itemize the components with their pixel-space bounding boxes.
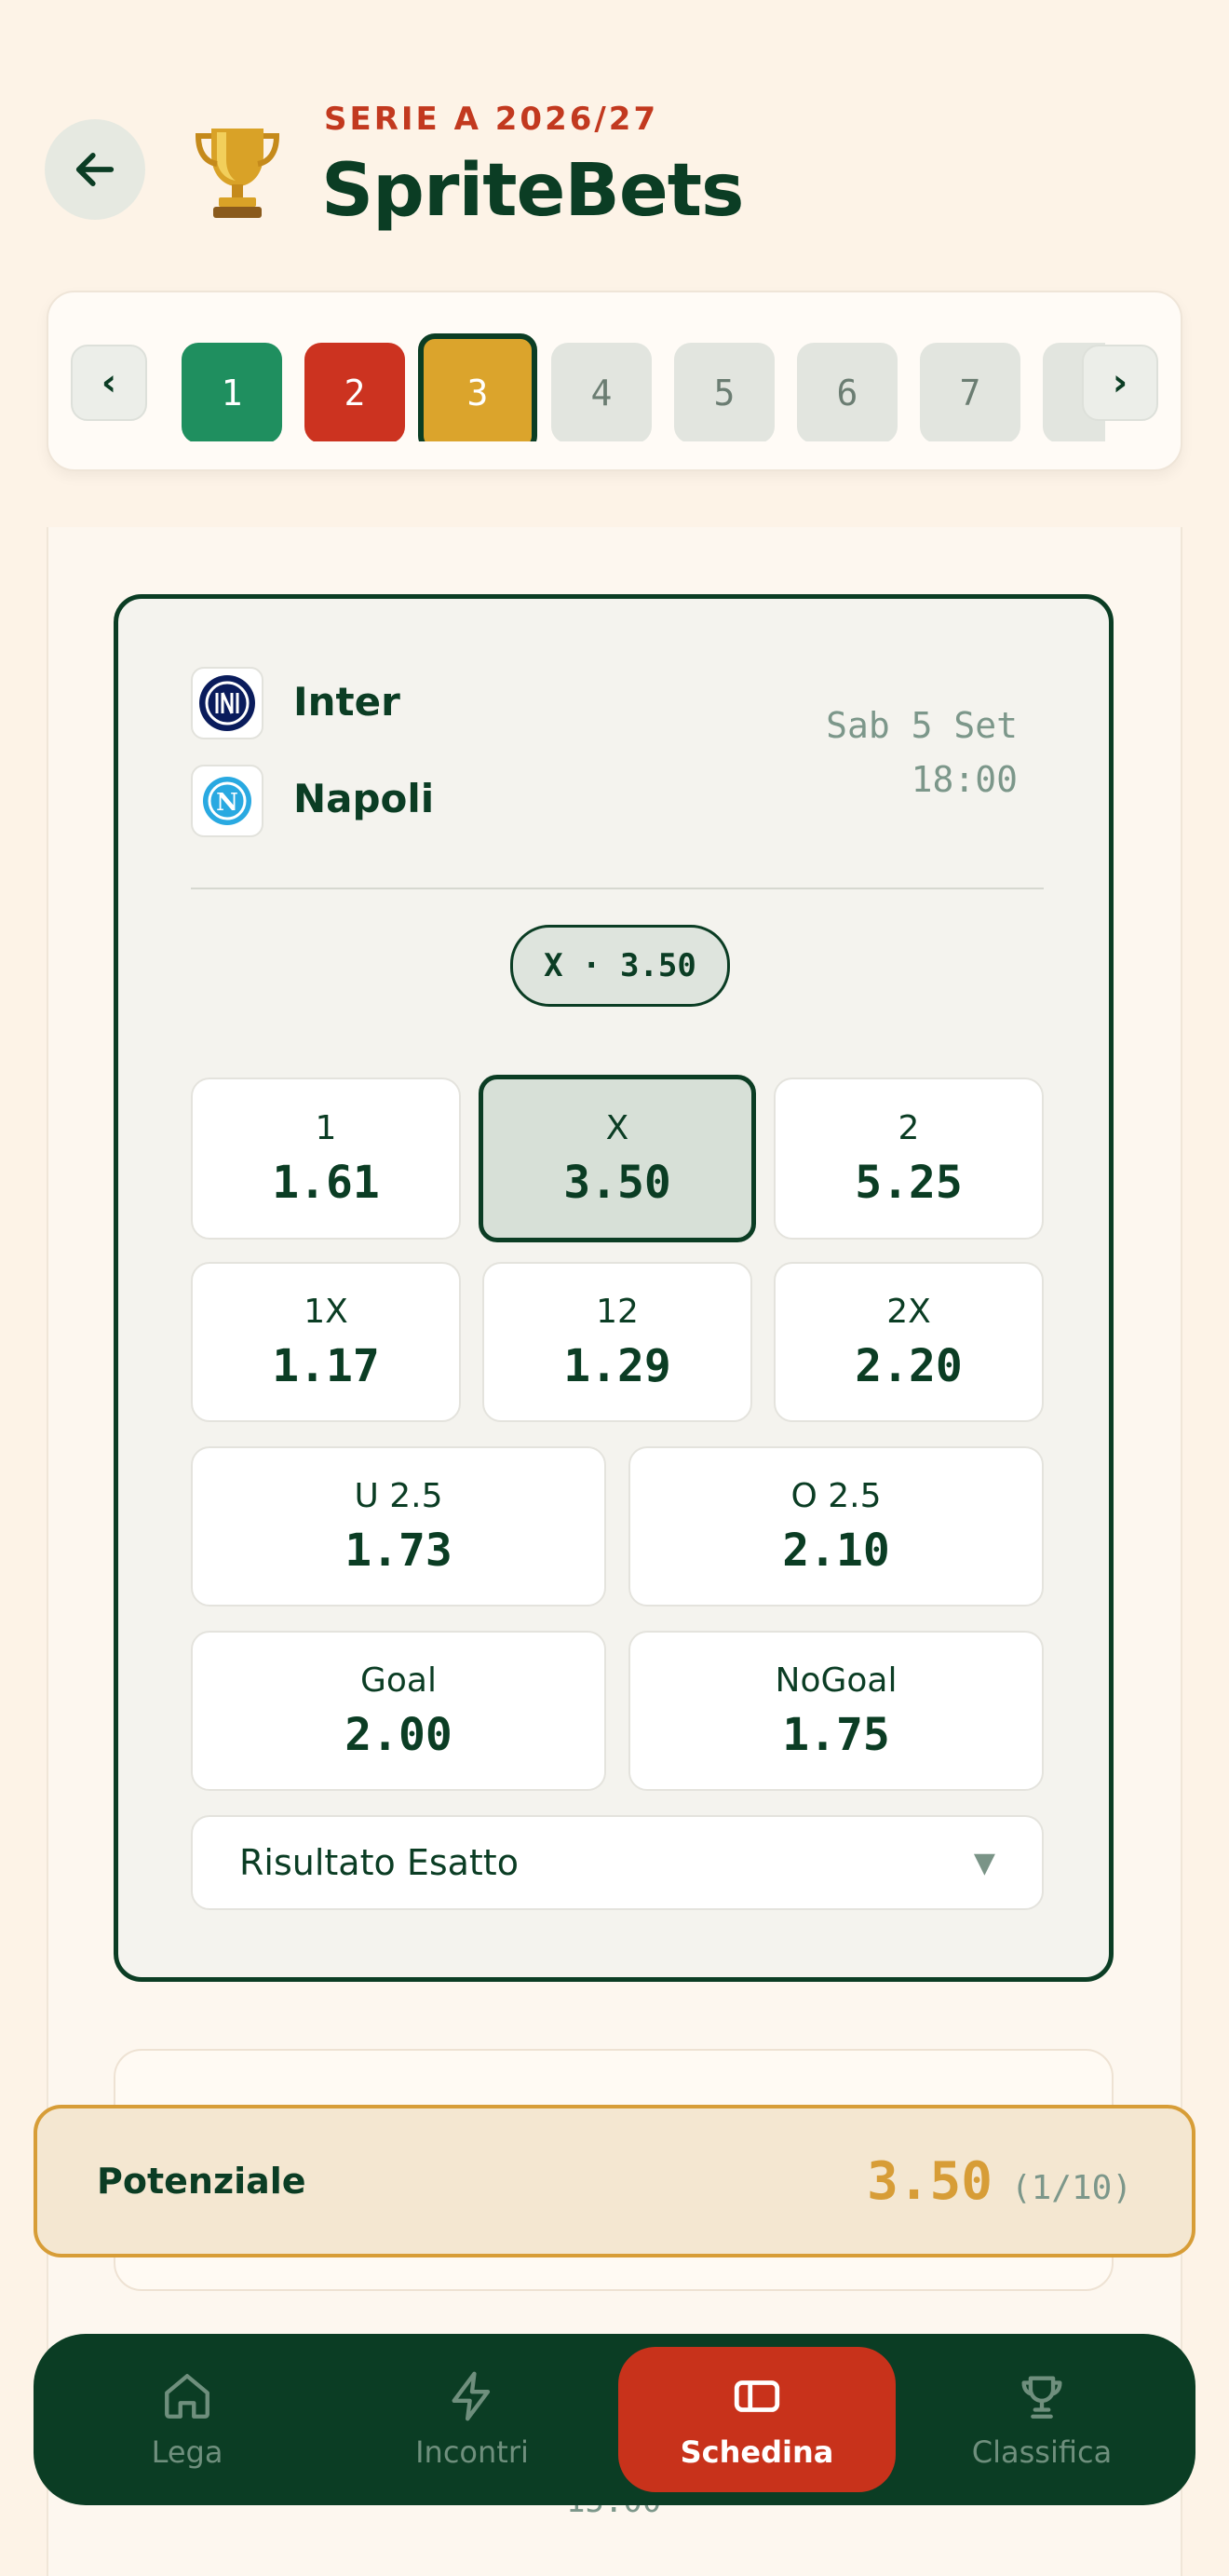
odd-label: O 2.5 bbox=[790, 1476, 882, 1515]
round-item-7[interactable]: 7 bbox=[920, 343, 1020, 441]
next-round-button[interactable]: › bbox=[1082, 345, 1158, 421]
home-icon bbox=[165, 2374, 209, 2419]
odd-label: U 2.5 bbox=[354, 1476, 443, 1515]
card-divider bbox=[191, 888, 1044, 889]
away-team-name: Napoli bbox=[293, 776, 435, 821]
svg-text:N: N bbox=[216, 789, 238, 817]
prev-round-button[interactable]: ‹ bbox=[71, 345, 147, 421]
odd-value: 1.73 bbox=[344, 1524, 452, 1577]
nav-classifica[interactable]: Classifica bbox=[903, 2347, 1181, 2492]
nav-incontri[interactable]: Incontri bbox=[333, 2347, 611, 2492]
round-strip: 1 2 3 4 5 6 7 bbox=[182, 330, 1105, 441]
napoli-logo: N bbox=[191, 765, 263, 837]
round-item-4[interactable]: 4 bbox=[551, 343, 652, 441]
round-selector: ‹ 1 2 3 4 5 6 7 › bbox=[47, 291, 1182, 471]
odd-label: Goal bbox=[360, 1661, 437, 1700]
odd-value: 1.61 bbox=[272, 1156, 380, 1209]
potential-bar[interactable]: Potenziale 3.50 (1/10) bbox=[34, 2105, 1195, 2257]
odd-label: NoGoal bbox=[775, 1661, 898, 1700]
odd-label: 2X bbox=[886, 1292, 931, 1331]
round-item-2[interactable]: 2 bbox=[304, 343, 405, 441]
round-item-3[interactable]: 3 bbox=[418, 333, 537, 441]
odd-value: 1.75 bbox=[782, 1708, 890, 1761]
odd-label: 12 bbox=[596, 1292, 639, 1331]
odd-label: X bbox=[605, 1108, 629, 1147]
odd-2[interactable]: 2 5.25 bbox=[774, 1078, 1044, 1240]
nav-schedina[interactable]: Schedina bbox=[618, 2347, 896, 2492]
odd-value: 1.29 bbox=[563, 1339, 671, 1392]
odd-value: 2.10 bbox=[782, 1524, 890, 1577]
trophy-outline-icon bbox=[1021, 2376, 1062, 2419]
home-team-name: Inter bbox=[293, 679, 400, 725]
odd-1[interactable]: 1 1.61 bbox=[191, 1078, 461, 1240]
app-title: SpriteBets bbox=[321, 149, 744, 233]
potential-label: Potenziale bbox=[97, 2161, 306, 2202]
selected-bet-pill[interactable]: X · 3.50 bbox=[510, 925, 730, 1007]
match-time: 18:00 bbox=[911, 759, 1018, 800]
nav-label: Schedina bbox=[680, 2434, 834, 2470]
round-item-1[interactable]: 1 bbox=[182, 343, 282, 441]
odd-value: 5.25 bbox=[855, 1156, 963, 1209]
nav-lega[interactable]: Lega bbox=[48, 2347, 326, 2492]
back-button[interactable] bbox=[45, 119, 145, 220]
odd-value: 2.00 bbox=[344, 1708, 452, 1761]
odd-x[interactable]: X 3.50 bbox=[479, 1075, 756, 1242]
league-label: SERIE A 2026/27 bbox=[324, 101, 659, 138]
potential-amount: 3.50 bbox=[867, 2150, 993, 2212]
round-item-5[interactable]: 5 bbox=[674, 343, 775, 441]
odd-goal[interactable]: Goal 2.00 bbox=[191, 1631, 606, 1791]
odd-1x[interactable]: 1X 1.17 bbox=[191, 1262, 461, 1422]
odd-12[interactable]: 12 1.29 bbox=[482, 1262, 752, 1422]
odd-over-2-5[interactable]: O 2.5 2.10 bbox=[628, 1446, 1044, 1607]
round-item-6[interactable]: 6 bbox=[797, 343, 898, 441]
arrow-left-icon bbox=[75, 153, 115, 186]
lightning-icon bbox=[452, 2371, 491, 2421]
odd-label: 1 bbox=[315, 1108, 337, 1147]
match-card: Inter N Napoli Sab 5 Set 18:00 X · 3.50 … bbox=[114, 594, 1114, 1982]
odd-label: 1X bbox=[304, 1292, 348, 1331]
odd-label: 2 bbox=[898, 1108, 920, 1147]
exact-score-label: Risultato Esatto bbox=[239, 1842, 519, 1883]
nav-label: Classifica bbox=[971, 2434, 1113, 2470]
inter-logo bbox=[191, 667, 263, 739]
ticket-icon bbox=[734, 2380, 780, 2412]
odd-value: 1.17 bbox=[272, 1339, 380, 1392]
trophy-icon bbox=[191, 119, 284, 222]
chevron-down-icon: ▼ bbox=[973, 1846, 995, 1879]
inter-crest-icon bbox=[199, 675, 255, 731]
odd-value: 3.50 bbox=[563, 1156, 671, 1209]
nav-label: Incontri bbox=[415, 2434, 529, 2470]
odd-value: 2.20 bbox=[855, 1339, 963, 1392]
odd-under-2-5[interactable]: U 2.5 1.73 bbox=[191, 1446, 606, 1607]
bottom-nav: Lega Incontri Schedina Classifica bbox=[34, 2334, 1195, 2505]
exact-score-dropdown[interactable]: Risultato Esatto ▼ bbox=[191, 1815, 1044, 1910]
odd-nogoal[interactable]: NoGoal 1.75 bbox=[628, 1631, 1044, 1791]
selection-count: (1/10) bbox=[1010, 2168, 1132, 2207]
odd-2x[interactable]: 2X 2.20 bbox=[774, 1262, 1044, 1422]
nav-label: Lega bbox=[151, 2434, 223, 2470]
match-date: Sab 5 Set bbox=[826, 705, 1018, 746]
napoli-crest-icon: N bbox=[203, 777, 251, 825]
